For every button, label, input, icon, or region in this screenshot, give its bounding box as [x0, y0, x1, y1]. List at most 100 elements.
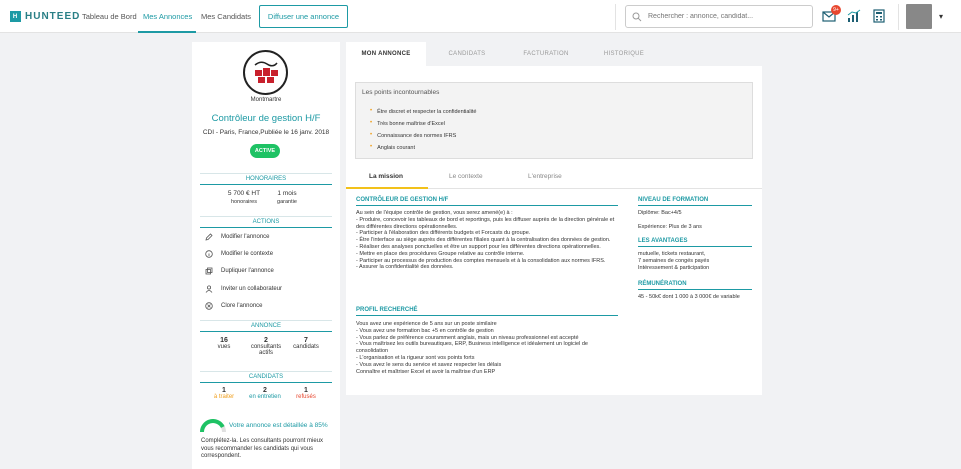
stat-label: vues	[217, 344, 231, 350]
nav-mes-annonces[interactable]: Mes Annonces	[143, 12, 192, 21]
job-sidebar: Montmartre Contrôleur de gestion H/F CDI…	[192, 42, 340, 469]
remuneration-text: 45 - 50k€ dont 1 000 à 3 000€ de variabl…	[638, 294, 740, 300]
nav-active-indicator	[138, 31, 196, 33]
bullet-icon: •	[370, 120, 373, 126]
actions-header: ACTIONS	[200, 216, 332, 228]
action-modifier-annonce[interactable]: Modifier l'annonce	[205, 233, 270, 241]
completion-gauge-icon	[200, 419, 226, 433]
action-label: Clore l'annonce	[221, 303, 263, 309]
honoraires-header: HONORAIRES	[200, 173, 332, 185]
action-dupliquer-annonce[interactable]: Dupliquer l'annonce	[205, 267, 274, 275]
top-navbar: H HUNTEED Tableau de Bord Mes Annonces M…	[0, 0, 961, 33]
logo-mark: H	[10, 11, 21, 22]
stat-label: à traiter	[213, 394, 235, 400]
stat-vues: 16 vues	[210, 337, 238, 350]
avantages-text: mutuelle, tickets restaurant, 7 semaines…	[638, 251, 710, 271]
stat-candidats: 7 candidats	[292, 337, 320, 350]
subtab-active-indicator	[346, 187, 428, 189]
fee-value: 5 700 € HT	[227, 190, 261, 197]
completion-title: Votre annonce est détaillée à 85%	[229, 422, 328, 429]
stat-value: 1	[222, 387, 226, 394]
formation-header: NIVEAU DE FORMATION	[638, 197, 752, 206]
highlight-text: Connaissance des normes IFRS	[377, 133, 457, 139]
formation-text: Diplôme: Bac+4/5 Expérience: Plus de 3 a…	[638, 210, 702, 230]
tab-historique[interactable]: HISTORIQUE	[584, 42, 664, 66]
brand-name: HUNTEED	[25, 11, 81, 22]
diffuser-annonce-button[interactable]: Diffuser une annonce	[259, 5, 348, 28]
guarantee-label: garantie	[277, 199, 297, 205]
stat-label: en entretien	[249, 394, 281, 400]
stat-value: 7	[304, 337, 308, 344]
search-input[interactable]	[648, 13, 798, 20]
action-modifier-contexte[interactable]: Modifier le contexte	[205, 250, 273, 258]
close-circle-icon	[205, 302, 213, 310]
highlights-title: Les points incontournables	[362, 89, 440, 96]
action-label: Modifier le contexte	[221, 251, 274, 257]
highlight-text: Très bonne maîtrise d'Excel	[377, 121, 445, 127]
stat-value: 1	[304, 387, 308, 394]
tab-mon-annonce[interactable]: MON ANNONCE	[346, 42, 426, 66]
guarantee-stat: 1 mois garantie	[272, 190, 302, 205]
stat-label: consultants actifs	[250, 344, 282, 356]
tab-candidats[interactable]: CANDIDATS	[426, 42, 508, 66]
stats-icon[interactable]	[847, 9, 861, 23]
highlight-text: Anglais courant	[377, 145, 416, 151]
calculator-icon[interactable]	[872, 9, 886, 23]
search-icon	[632, 12, 642, 21]
highlight-item: • Être discret et respecter la confidenti…	[370, 108, 477, 115]
stat-label: refusés	[296, 394, 316, 400]
highlight-item: • Très bonne maîtrise d'Excel	[370, 120, 445, 127]
highlights-box: Les points incontournables • Être discret…	[355, 82, 753, 159]
annonce-header: ANNONCE	[200, 320, 332, 332]
stat-consultants: 2 consultants actifs	[246, 337, 286, 356]
subtab-contexte[interactable]: Le contexte	[449, 173, 483, 180]
stat-label: candidats	[293, 344, 319, 350]
fee-stat: 5 700 € HT honoraires	[222, 190, 266, 205]
info-circle-icon	[205, 250, 213, 258]
chevron-down-icon[interactable]: ▾	[939, 12, 943, 21]
action-label: Inviter un collaborateur	[221, 286, 283, 292]
profil-description: Vous avez une expérience de 5 ans sur un…	[356, 321, 588, 375]
stat-refuses[interactable]: 1 refusés	[292, 387, 320, 400]
company-logo-image	[254, 61, 278, 83]
nav-tableau-de-bord[interactable]: Tableau de Bord	[82, 12, 137, 21]
profil-header: PROFIL RECHERCHÉ	[356, 307, 618, 316]
poste-description: Au sein de l'équipe contrôle de gestion,…	[356, 210, 615, 271]
job-title: Contrôleur de gestion H/F	[211, 113, 321, 124]
search-box[interactable]	[625, 5, 813, 28]
stat-value: 16	[220, 337, 228, 344]
stat-a-traiter[interactable]: 1 à traiter	[208, 387, 240, 400]
user-avatar[interactable]	[906, 4, 932, 29]
candidats-header: CANDIDATS	[200, 371, 332, 383]
nav-divider	[898, 4, 899, 30]
user-icon	[205, 285, 213, 293]
stat-en-entretien[interactable]: 2 en entretien	[244, 387, 286, 400]
company-logo	[243, 50, 288, 95]
tab-facturation[interactable]: FACTURATION	[508, 42, 584, 66]
pencil-icon	[205, 233, 213, 241]
guarantee-value: 1 mois	[277, 190, 297, 197]
fee-label: honoraires	[231, 199, 257, 205]
company-name: Montmartre	[250, 97, 282, 103]
avantages-header: LES AVANTAGES	[638, 238, 752, 247]
action-inviter-collaborateur[interactable]: Inviter un collaborateur	[205, 285, 282, 293]
nav-mes-candidats[interactable]: Mes Candidats	[201, 12, 251, 21]
action-clore-annonce[interactable]: Clore l'annonce	[205, 302, 263, 310]
nav-divider	[615, 4, 616, 30]
action-label: Dupliquer l'annonce	[221, 268, 274, 274]
highlight-text: Être discret et respecter la confidentia…	[377, 109, 477, 115]
subtab-entreprise[interactable]: L'entreprise	[528, 173, 562, 180]
remuneration-header: RÉMUNÉRATION	[638, 281, 752, 290]
poste-header: CONTRÔLEUR DE GESTION H/F	[356, 197, 618, 206]
bullet-icon: •	[370, 144, 373, 150]
subtab-mission[interactable]: La mission	[369, 173, 403, 180]
highlight-item: • Anglais courant	[370, 144, 416, 151]
copy-icon	[205, 267, 213, 275]
bullet-icon: •	[370, 132, 373, 138]
bullet-icon: •	[370, 108, 373, 114]
annonce-card: Les points incontournables • Être discret…	[346, 66, 762, 395]
stat-value: 2	[263, 387, 267, 394]
status-badge: ACTIVE	[250, 144, 280, 158]
hunteed-logo[interactable]: H HUNTEED	[10, 11, 80, 22]
completion-text: Complétez-la. Les consultants pourront m…	[201, 438, 324, 459]
